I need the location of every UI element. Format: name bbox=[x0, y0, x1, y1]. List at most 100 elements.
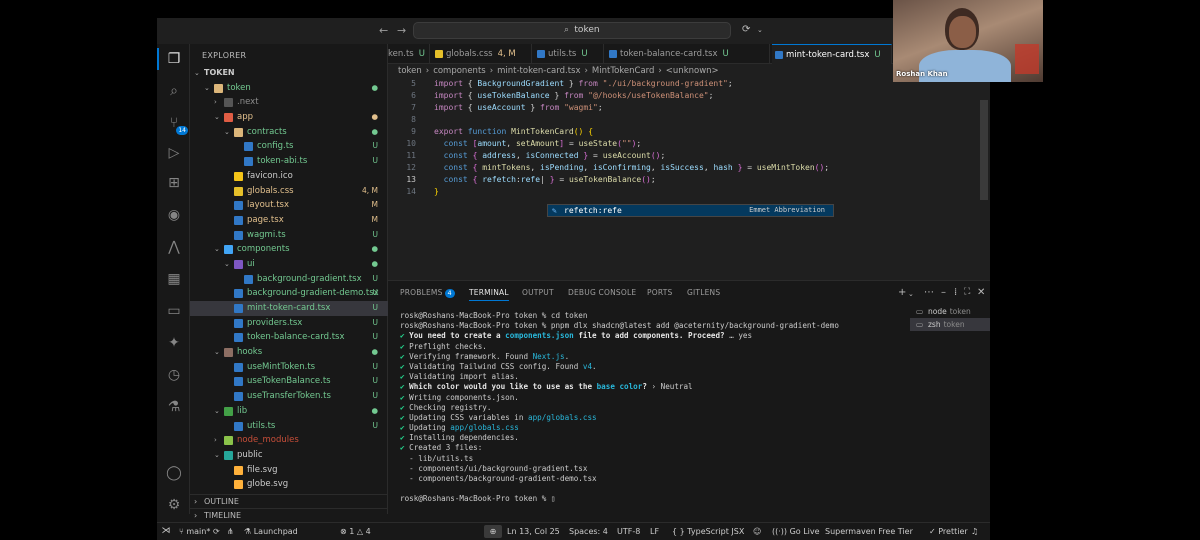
prettier-status[interactable]: ✓ Prettier bbox=[929, 527, 968, 536]
language-mode[interactable]: { } TypeScript JSX bbox=[672, 527, 744, 536]
tree-folder[interactable]: ⌄ lib ● bbox=[190, 404, 388, 419]
tab-gitlens[interactable]: GITLENS bbox=[687, 288, 720, 297]
tab-ports[interactable]: PORTS bbox=[647, 288, 672, 297]
editor-tab[interactable]: globals.css 4, M bbox=[432, 44, 532, 64]
tree-file[interactable]: useTokenBalance.ts U bbox=[190, 374, 388, 389]
tree-file[interactable]: file.svg bbox=[190, 463, 388, 478]
supermaven-status[interactable]: Supermaven Free Tier bbox=[825, 527, 913, 536]
suggestion-widget[interactable]: ✎ refetch:refe Emmet Abbreviation bbox=[547, 204, 834, 217]
encoding[interactable]: UTF-8 bbox=[617, 527, 640, 536]
editor-tab[interactable]: mint-token-card.tsx U bbox=[772, 44, 892, 64]
editor-area[interactable]: ken.ts Uglobals.css 4, M utils.ts Utoken-bal… bbox=[388, 44, 990, 299]
git-graph-icon[interactable]: ⋀ bbox=[165, 238, 183, 256]
breadcrumb-item[interactable]: mint-token-card.tsx bbox=[497, 66, 580, 76]
breadcrumb[interactable]: token › components › mint-token-card.tsx › Min… bbox=[398, 66, 723, 76]
maximize-icon[interactable]: ⛶ bbox=[964, 287, 970, 297]
copilot-icon[interactable]: ⟳ bbox=[742, 24, 750, 35]
outline-section[interactable]: › OUTLINE bbox=[190, 494, 388, 507]
timeline-section[interactable]: › TIMELINE bbox=[190, 508, 388, 521]
account-icon[interactable]: ◯ bbox=[165, 464, 183, 482]
remote-explorer-icon[interactable]: ▭ bbox=[165, 302, 183, 320]
sync-icon[interactable]: ⟳ bbox=[213, 527, 220, 536]
tree-folder[interactable]: ⌄ contracts ● bbox=[190, 125, 388, 140]
tree-file[interactable]: background-gradient.tsx U bbox=[190, 272, 388, 287]
tree-file[interactable]: wagmi.ts U bbox=[190, 228, 388, 243]
extensions-icon[interactable]: ⊞ bbox=[165, 174, 183, 192]
close-icon[interactable]: ✕ bbox=[977, 287, 985, 298]
run-debug-icon[interactable]: ▷ bbox=[165, 144, 183, 162]
scroll-thumb[interactable] bbox=[980, 100, 988, 200]
tree-file[interactable]: background-gradient-demo.tsx U bbox=[190, 286, 388, 301]
cursor-position[interactable]: Ln 13, Col 25 bbox=[507, 527, 560, 536]
breadcrumb-item[interactable]: token bbox=[398, 66, 422, 76]
tree-file[interactable]: mint-token-card.tsx U bbox=[190, 301, 388, 316]
editor-tab[interactable]: token-balance-card.tsx U bbox=[606, 44, 770, 64]
bell-icon[interactable]: ♫ bbox=[971, 527, 978, 536]
tab-terminal[interactable]: TERMINAL bbox=[469, 288, 509, 301]
tree-file[interactable]: favicon.ico bbox=[190, 169, 388, 184]
docker-icon[interactable]: ▦ bbox=[165, 270, 183, 288]
add-terminal-icon[interactable]: + bbox=[898, 287, 906, 298]
chevron-down-icon[interactable]: ⌄ bbox=[757, 26, 763, 34]
zoom-icon[interactable]: ⊕ bbox=[484, 525, 502, 538]
tree-file[interactable]: utils.ts U bbox=[190, 419, 388, 434]
tree-folder[interactable]: ⌄ token ● bbox=[190, 81, 388, 96]
tree-file[interactable]: config.ts U bbox=[190, 139, 388, 154]
remote-icon[interactable]: ⋊ bbox=[157, 523, 175, 540]
panel-layout-icon[interactable]: ⁞ bbox=[954, 287, 957, 298]
tree-file[interactable]: page.tsx M bbox=[190, 213, 388, 228]
workspace-root[interactable]: ⌄ TOKEN bbox=[190, 66, 388, 81]
indentation[interactable]: Spaces: 4 bbox=[569, 527, 608, 536]
tree-file[interactable]: useTransferToken.ts U bbox=[190, 389, 388, 404]
breadcrumb-item[interactable]: MintTokenCard bbox=[592, 66, 654, 76]
tab-debug-console[interactable]: DEBUG CONSOLE bbox=[568, 288, 636, 297]
launchpad-item[interactable]: ⚗ Launchpad bbox=[244, 527, 298, 536]
gitlens-icon[interactable]: ⋔ bbox=[227, 527, 234, 536]
gear-icon[interactable]: ⚙ bbox=[165, 496, 183, 514]
github-icon[interactable]: ◉ bbox=[165, 206, 183, 224]
code-line: 14} bbox=[388, 186, 990, 198]
terminal-output[interactable]: rosk@Roshans-MacBook-Pro token % cd toke… bbox=[400, 311, 900, 505]
tree-file[interactable]: token-abi.ts U bbox=[190, 154, 388, 169]
testing-icon[interactable]: ⚗ bbox=[165, 398, 183, 416]
tree-folder[interactable]: ⌄ hooks ● bbox=[190, 345, 388, 360]
tab-output[interactable]: OUTPUT bbox=[522, 288, 554, 297]
breadcrumb-item[interactable]: components bbox=[433, 66, 486, 76]
tree-file[interactable]: layout.tsx M bbox=[190, 198, 388, 213]
breadcrumb-item[interactable]: <unknown> bbox=[666, 66, 719, 76]
more-actions-icon[interactable]: ⋯ bbox=[924, 287, 934, 298]
tree-file[interactable]: token-balance-card.tsx U bbox=[190, 330, 388, 345]
tree-folder[interactable]: ⌄ public bbox=[190, 448, 388, 463]
tree-folder[interactable]: ⌄ components ● bbox=[190, 242, 388, 257]
copilot-status-icon[interactable]: ☺ bbox=[753, 527, 761, 536]
tree-file[interactable]: providers.tsx U bbox=[190, 316, 388, 331]
tab-problems[interactable]: PROBLEMS 4 bbox=[400, 288, 455, 298]
tree-folder[interactable]: › node_modules bbox=[190, 433, 388, 448]
branch-indicator[interactable]: ⑂ main* bbox=[179, 527, 210, 536]
source-control-icon[interactable]: ⑂ 14 bbox=[165, 114, 188, 135]
minimize-icon[interactable]: – bbox=[941, 287, 946, 298]
chevron-down-icon[interactable]: ⌄ bbox=[908, 290, 914, 298]
terminal-instance[interactable]: ▭ node token bbox=[910, 305, 990, 318]
editor-tab[interactable]: ken.ts U bbox=[388, 44, 430, 64]
code-lines[interactable]: 5 import { BackgroundGradient } from "./u… bbox=[388, 78, 990, 198]
editor-tab[interactable]: utils.ts U bbox=[534, 44, 604, 64]
back-arrow-icon[interactable]: ← bbox=[379, 24, 388, 37]
problems-indicator[interactable]: ⊗ 1 △ 4 bbox=[340, 527, 371, 536]
tree-folder[interactable]: ⌄ app ● bbox=[190, 110, 388, 125]
editor-scrollbar[interactable] bbox=[978, 80, 990, 280]
python-icon[interactable]: ✦ bbox=[165, 334, 183, 352]
search-icon[interactable]: ⌕ bbox=[165, 82, 183, 100]
timeline-icon[interactable]: ◷ bbox=[165, 366, 183, 384]
explorer-icon[interactable]: ❐ bbox=[157, 48, 183, 70]
tree-file[interactable]: globals.css 4, M bbox=[190, 184, 388, 199]
go-live-button[interactable]: ((·)) Go Live bbox=[772, 527, 820, 536]
terminal-instance[interactable]: ▭ zsh token bbox=[910, 318, 990, 331]
tree-file[interactable]: useMintToken.ts U bbox=[190, 360, 388, 375]
tree-file[interactable]: globe.svg bbox=[190, 477, 388, 492]
line-ending[interactable]: LF bbox=[650, 527, 659, 536]
tree-folder[interactable]: › .next bbox=[190, 95, 388, 110]
tree-folder[interactable]: ⌄ ui ● bbox=[190, 257, 388, 272]
forward-arrow-icon[interactable]: → bbox=[397, 24, 406, 37]
command-center-search[interactable]: ⌕ token bbox=[413, 22, 731, 39]
